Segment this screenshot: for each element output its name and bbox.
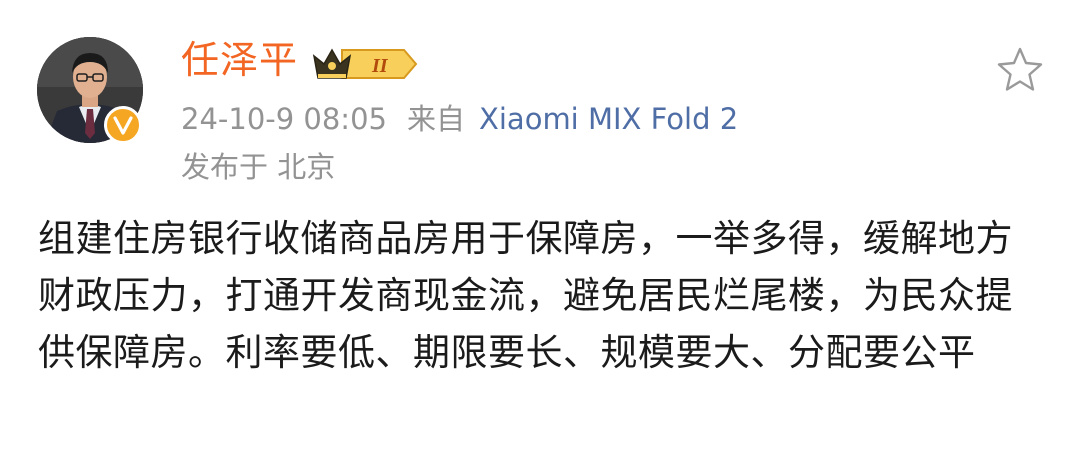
favorite-button[interactable]	[994, 44, 1046, 96]
verified-v-icon	[104, 106, 142, 144]
source-device-link[interactable]: Xiaomi MIX Fold 2	[479, 102, 738, 136]
post-location: 发布于 北京	[181, 150, 336, 184]
crown-member-badge-icon[interactable]: II	[312, 44, 420, 88]
source-prefix: 来自	[406, 102, 465, 136]
star-outline-icon	[997, 47, 1043, 91]
post-meta: 24-10-9 08:05 来自 Xiaomi MIX Fold 2	[181, 98, 738, 140]
verified-mark-glyph	[113, 116, 133, 135]
author-name[interactable]: 任泽平	[181, 34, 298, 86]
post-content: 组建住房银行收储商品房用于保障房，一举多得，缓解地方财政压力，打通开发商现金流，…	[38, 217, 1013, 374]
member-badge-graphic: II	[312, 48, 418, 79]
member-level-text: II	[371, 55, 389, 77]
post-timestamp: 24-10-9 08:05	[181, 102, 387, 136]
